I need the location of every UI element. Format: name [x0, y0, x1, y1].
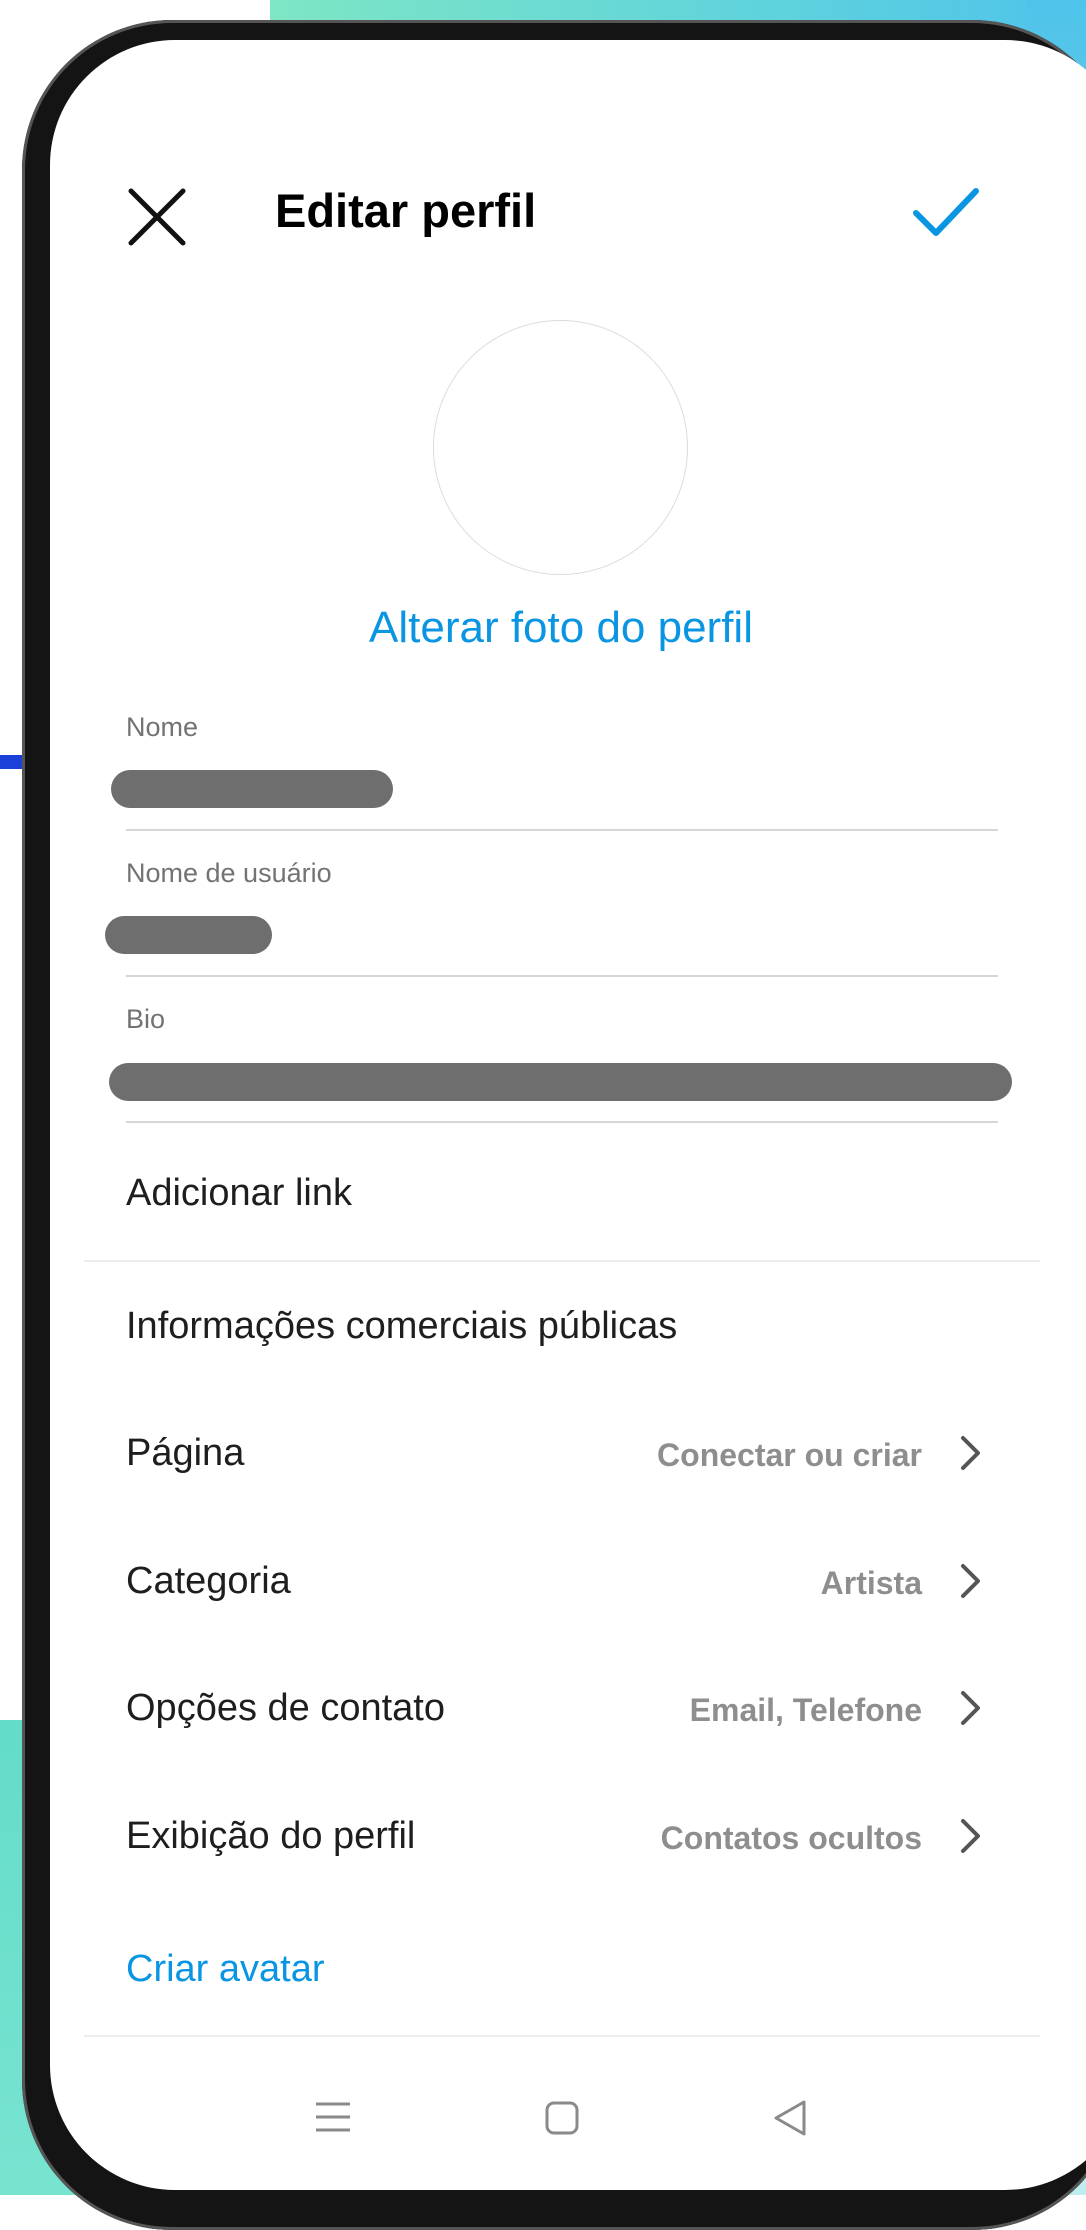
row-profile-display[interactable]: Exibição do perfil Contatos ocultos	[126, 1793, 982, 1883]
bio-field-divider	[126, 1121, 998, 1123]
create-avatar-link[interactable]: Criar avatar	[126, 1948, 325, 1991]
row-label: Opções de contato	[126, 1687, 445, 1729]
username-field-value-redacted[interactable]	[105, 916, 272, 954]
name-field-divider	[126, 829, 998, 831]
chevron-right-icon	[961, 1436, 980, 1470]
row-category[interactable]: Categoria Artista	[126, 1538, 982, 1628]
home-square-icon[interactable]	[544, 2100, 580, 2136]
close-icon[interactable]	[128, 188, 186, 246]
row-label: Página	[126, 1432, 245, 1474]
checkmark-icon[interactable]	[912, 183, 980, 243]
back-triangle-icon[interactable]	[772, 2099, 808, 2137]
row-value: Conectar ou criar	[657, 1437, 922, 1473]
row-value: Artista	[820, 1565, 922, 1601]
username-field-label: Nome de usuário	[126, 858, 332, 888]
bottom-divider	[84, 2035, 1040, 2037]
section-title: Informações comerciais públicas	[126, 1305, 678, 1347]
chevron-right-icon	[961, 1819, 980, 1853]
add-link-button[interactable]: Adicionar link	[126, 1172, 352, 1215]
row-label: Categoria	[126, 1560, 291, 1602]
row-page[interactable]: Página Conectar ou criar	[126, 1410, 982, 1500]
chevron-right-icon	[961, 1691, 980, 1725]
username-field-divider	[126, 975, 998, 977]
row-contact-options[interactable]: Opções de contato Email, Telefone	[126, 1665, 982, 1755]
row-value: Contatos ocultos	[660, 1820, 922, 1856]
row-value: Email, Telefone	[689, 1692, 922, 1728]
change-photo-link[interactable]: Alterar foto do perfil	[0, 603, 1086, 653]
row-label: Exibição do perfil	[126, 1815, 416, 1857]
bio-field-value-redacted[interactable]	[109, 1063, 1012, 1101]
bio-field-label: Bio	[126, 1004, 166, 1034]
chevron-right-icon	[961, 1564, 980, 1598]
avatar[interactable]	[433, 320, 688, 575]
page-title: Editar perfil	[275, 184, 537, 237]
name-field-value-redacted[interactable]	[111, 770, 393, 808]
section-divider	[84, 1260, 1040, 1262]
name-field-label: Nome	[126, 712, 199, 742]
menu-icon[interactable]	[314, 2098, 352, 2136]
